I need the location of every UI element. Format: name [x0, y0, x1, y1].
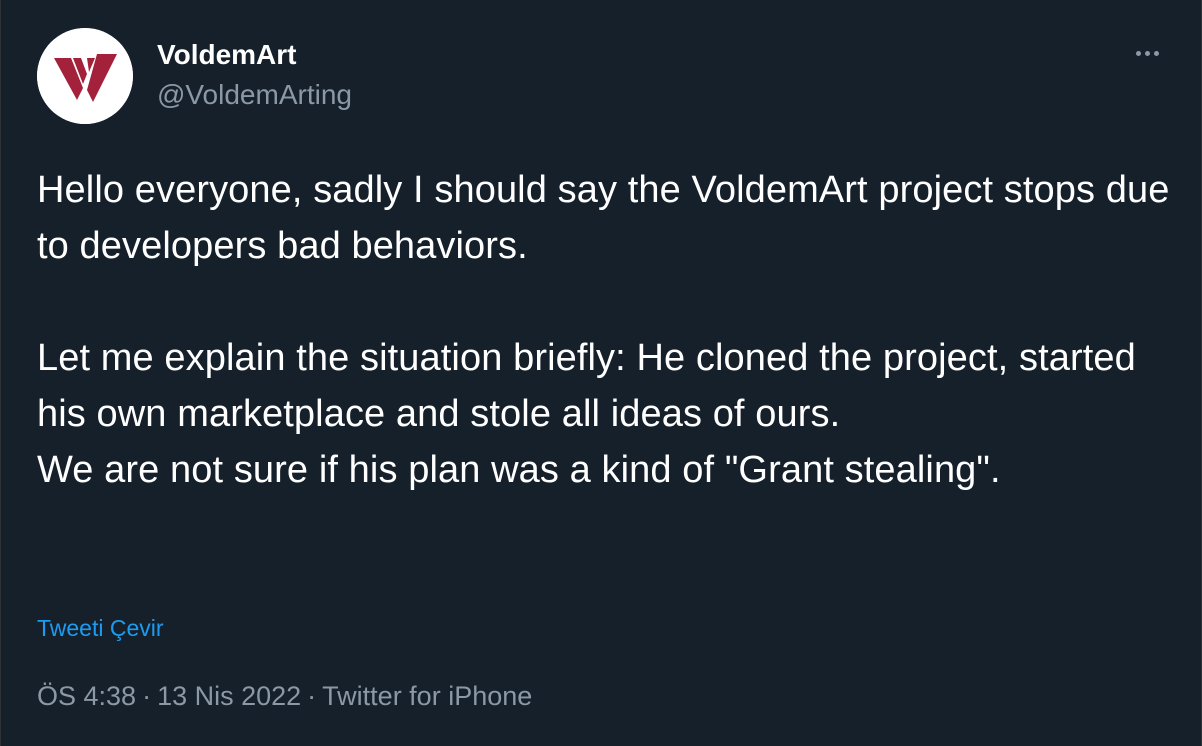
- more-dot: [1135, 50, 1141, 56]
- tweet-paragraph: Hello everyone, sadly I should say the V…: [37, 169, 1170, 267]
- more-dot: [1144, 50, 1150, 56]
- translate-tweet-link[interactable]: Tweeti Çevir: [37, 614, 164, 642]
- author-avatar[interactable]: [37, 28, 133, 124]
- tweet-card: VoldemArt @VoldemArting Hello everyone, …: [0, 0, 1202, 746]
- more-options-icon[interactable]: [1125, 38, 1169, 68]
- tweet-paragraph: Let me explain the situation briefly: He…: [37, 337, 1136, 435]
- separator-dot: ·: [307, 681, 317, 711]
- voldemart-logo-icon: [37, 28, 133, 124]
- tweet-source[interactable]: Twitter for iPhone: [322, 681, 532, 711]
- separator-dot: ·: [142, 681, 152, 711]
- more-dot: [1153, 50, 1159, 56]
- author-display-name[interactable]: VoldemArt: [157, 39, 297, 71]
- tweet-time[interactable]: ÖS 4:38: [37, 681, 136, 711]
- tweet-metadata: ÖS 4:38 · 13 Nis 2022 · Twitter for iPhone: [37, 680, 532, 712]
- tweet-text: Hello everyone, sadly I should say the V…: [37, 162, 1177, 498]
- tweet-paragraph: We are not sure if his plan was a kind o…: [37, 449, 1001, 491]
- tweet-date[interactable]: 13 Nis 2022: [157, 681, 301, 711]
- author-handle[interactable]: @VoldemArting: [157, 79, 352, 111]
